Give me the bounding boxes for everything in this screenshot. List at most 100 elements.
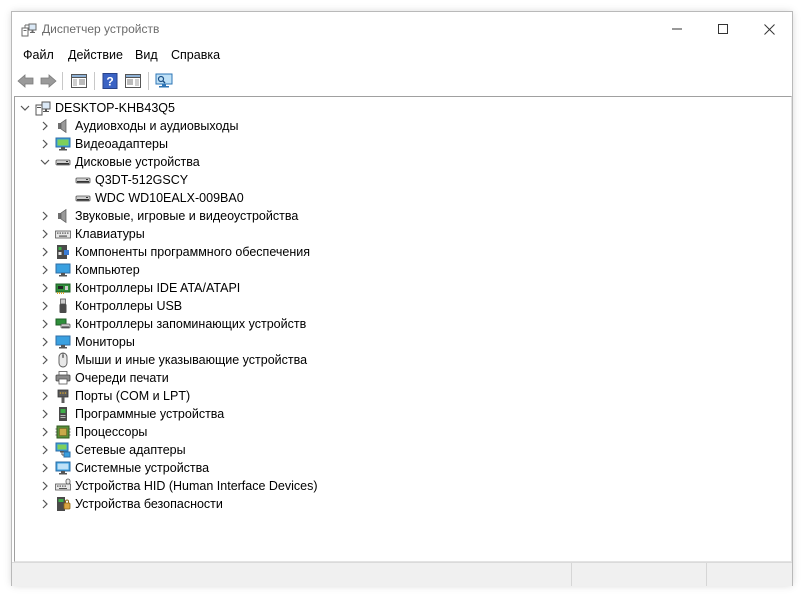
toolbar-separator — [148, 72, 149, 90]
tree-item-disk-drives[interactable]: Дисковые устройства — [39, 153, 200, 171]
device-manager-app-icon — [21, 22, 37, 38]
tree-item-security-devices[interactable]: Устройства безопасности — [39, 495, 223, 513]
tree-root-computer[interactable]: DESKTOP-KHB43Q5 — [19, 99, 175, 117]
tree-item-sound-devices[interactable]: Звуковые, игровые и видеоустройства — [39, 207, 298, 225]
menu-help[interactable]: Справка — [171, 48, 220, 62]
tree-item-software-components[interactable]: Компоненты программного обеспечения — [39, 243, 310, 261]
chevron-right-icon[interactable] — [39, 462, 51, 474]
tree-device-label: Q3DT-512GSCY — [95, 173, 189, 187]
disk-drive-icon — [75, 172, 91, 188]
tree-item-audio-io[interactable]: Аудиовходы и аудиовыходы — [39, 117, 238, 135]
disk-drive-icon — [75, 190, 91, 206]
tree-item-computer[interactable]: Компьютер — [39, 261, 140, 279]
tree-item-label: Сетевые адаптеры — [75, 443, 186, 457]
chevron-right-icon[interactable] — [39, 228, 51, 240]
monitor-icon — [55, 262, 71, 278]
mouse-icon — [55, 352, 71, 368]
system-device-icon — [55, 460, 71, 476]
toolbar: ? — [12, 68, 792, 94]
printer-icon — [55, 370, 71, 386]
tree-item-storage-controllers[interactable]: Контроллеры запоминающих устройств — [39, 315, 306, 333]
tree-item-label: Системные устройства — [75, 461, 210, 475]
scan-hardware-changes-button[interactable] — [153, 70, 175, 92]
chevron-right-icon[interactable] — [39, 246, 51, 258]
chevron-right-icon[interactable] — [39, 354, 51, 366]
tree-device-disk-2[interactable]: WDC WD10EALX-009BA0 — [75, 189, 244, 207]
tree-item-ports[interactable]: Порты (COM и LPT) — [39, 387, 190, 405]
monitor-icon — [55, 334, 71, 350]
tree-item-label: Контроллеры запоминающих устройств — [75, 317, 307, 331]
toolbar-separator — [94, 72, 95, 90]
chevron-right-icon[interactable] — [39, 480, 51, 492]
menu-file[interactable]: Файл — [23, 48, 54, 62]
chevron-right-icon[interactable] — [39, 408, 51, 420]
chevron-down-icon[interactable] — [19, 102, 31, 114]
tree-item-ide-controllers[interactable]: Контроллеры IDE ATA/ATAPI — [39, 279, 240, 297]
device-manager-window: Диспетчер устройств Файл Действие Вид Сп… — [12, 12, 792, 586]
chevron-right-icon[interactable] — [39, 498, 51, 510]
device-tree[interactable]: DESKTOP-KHB43Q5 Аудиовходы и аудиовыходы… — [14, 96, 792, 562]
chevron-right-icon[interactable] — [39, 426, 51, 438]
tree-item-network-adapters[interactable]: Сетевые адаптеры — [39, 441, 186, 459]
tree-item-usb-controllers[interactable]: Контроллеры USB — [39, 297, 182, 315]
tree-item-display-adapters[interactable]: Видеоадаптеры — [39, 135, 168, 153]
storage-controller-icon — [55, 316, 71, 332]
tree-item-processors[interactable]: Процессоры — [39, 423, 147, 441]
tree-device-disk-1[interactable]: Q3DT-512GSCY — [75, 171, 188, 189]
minimize-icon — [672, 28, 682, 30]
tree-item-label: Устройства HID (Human Interface Devices) — [75, 479, 318, 493]
chevron-right-icon[interactable] — [39, 138, 51, 150]
help-button[interactable]: ? — [99, 70, 121, 92]
back-button[interactable] — [15, 70, 37, 92]
tree-item-label: Мониторы — [75, 335, 135, 349]
svg-text:?: ? — [106, 75, 113, 89]
tree-item-label: Порты (COM и LPT) — [75, 389, 191, 403]
tree-item-keyboards[interactable]: Клавиатуры — [39, 225, 145, 243]
chevron-down-icon[interactable] — [39, 156, 51, 168]
tree-item-label: Процессоры — [75, 425, 148, 439]
properties-pane-icon — [71, 74, 87, 88]
tree-item-label: Устройства безопасности — [75, 497, 223, 511]
forward-arrow-icon — [40, 74, 57, 88]
show-hide-console-tree-button[interactable] — [68, 70, 90, 92]
chevron-right-icon[interactable] — [39, 264, 51, 276]
title-bar[interactable]: Диспетчер устройств — [12, 12, 792, 46]
chevron-right-icon[interactable] — [39, 336, 51, 348]
status-bar — [12, 562, 792, 586]
chevron-right-icon[interactable] — [39, 282, 51, 294]
close-button[interactable] — [746, 12, 792, 46]
chevron-right-icon[interactable] — [39, 120, 51, 132]
speaker-icon — [55, 118, 71, 134]
chevron-right-icon[interactable] — [39, 390, 51, 402]
tree-device-label: WDC WD10EALX-009BA0 — [95, 191, 244, 205]
tree-item-label: Аудиовходы и аудиовыходы — [75, 119, 239, 133]
tree-item-system-devices[interactable]: Системные устройства — [39, 459, 209, 477]
close-icon — [763, 23, 775, 35]
chevron-right-icon[interactable] — [39, 300, 51, 312]
tree-item-label: Компоненты программного обеспечения — [75, 245, 310, 259]
tree-item-monitors[interactable]: Мониторы — [39, 333, 135, 351]
tree-item-mice[interactable]: Мыши и иные указывающие устройства — [39, 351, 307, 369]
tree-item-label: Программные устройства — [75, 407, 225, 421]
usb-icon — [55, 298, 71, 314]
menu-view[interactable]: Вид — [135, 48, 158, 62]
minimize-button[interactable] — [654, 12, 700, 46]
tree-item-label: Клавиатуры — [75, 227, 145, 241]
menu-action[interactable]: Действие — [68, 48, 123, 62]
maximize-button[interactable] — [700, 12, 746, 46]
forward-button[interactable] — [37, 70, 59, 92]
chevron-right-icon[interactable] — [39, 372, 51, 384]
tree-item-software-devices[interactable]: Программные устройства — [39, 405, 224, 423]
chevron-right-icon[interactable] — [39, 318, 51, 330]
tree-item-label: Мыши и иные указывающие устройства — [75, 353, 308, 367]
chevron-right-icon[interactable] — [39, 210, 51, 222]
ide-controller-icon — [55, 280, 71, 296]
tree-item-hid[interactable]: Устройства HID (Human Interface Devices) — [39, 477, 318, 495]
display-adapter-icon — [55, 136, 71, 152]
tree-item-label: Очереди печати — [75, 371, 169, 385]
tree-item-label: Звуковые, игровые и видеоустройства — [75, 209, 299, 223]
window-title: Диспетчер устройств — [42, 22, 160, 36]
tree-item-print-queues[interactable]: Очереди печати — [39, 369, 169, 387]
show-hide-action-pane-button[interactable] — [122, 70, 144, 92]
chevron-right-icon[interactable] — [39, 444, 51, 456]
